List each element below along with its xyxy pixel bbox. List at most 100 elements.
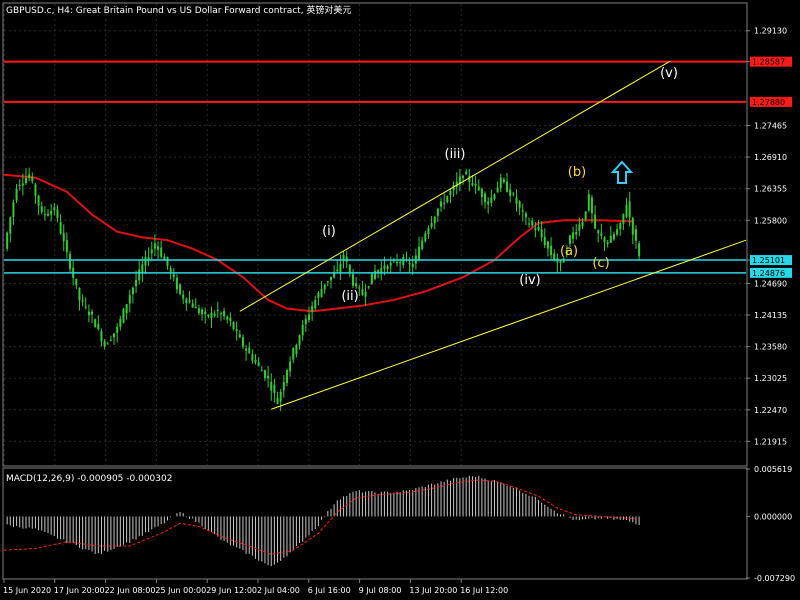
time-tick-label: 16 Jul 12:00 xyxy=(460,586,508,595)
time-tick-label: 9 Jul 08:00 xyxy=(359,586,402,595)
time-axis: 15 Jun 2020 17 Jun 20:00 22 Jun 08:00 25 Ju… xyxy=(3,579,508,595)
candle-body xyxy=(307,314,310,321)
candle-body xyxy=(540,229,543,238)
candle-body xyxy=(141,264,144,273)
candle-body xyxy=(301,324,304,336)
candle-body xyxy=(622,213,625,224)
price-tick-label: 1.24690 xyxy=(754,279,787,288)
candle-body xyxy=(597,230,600,234)
candle-body xyxy=(257,361,260,366)
up-arrow-icon xyxy=(610,160,634,184)
channel-lower-line[interactable] xyxy=(271,239,747,410)
candle-body xyxy=(421,240,424,249)
candle-body xyxy=(254,360,257,363)
candle-body xyxy=(282,382,285,391)
candle-body xyxy=(100,331,103,342)
candle-body xyxy=(531,220,534,226)
candle-body xyxy=(213,313,216,316)
candle-body xyxy=(345,256,348,262)
candle-body xyxy=(116,326,119,334)
price-tick-label: 1.21915 xyxy=(754,437,787,446)
candle-body xyxy=(490,197,493,203)
candle-body xyxy=(270,381,273,391)
candle-body xyxy=(226,316,229,320)
candle-body xyxy=(493,194,496,199)
level-labels: 1.28587 1.27880 1.25101 1.24876 xyxy=(750,56,792,278)
wave-label: (a) xyxy=(560,244,578,259)
candle-body xyxy=(499,177,502,188)
candle-body xyxy=(241,337,244,347)
candle-body xyxy=(465,171,468,175)
candle-body xyxy=(477,186,480,191)
candle-body xyxy=(150,249,153,254)
candle-body xyxy=(575,231,578,235)
candle-body xyxy=(122,308,125,323)
chart-title: GBPUSD.c, H4: Great Britain Pound vs US … xyxy=(6,4,351,16)
candle-body xyxy=(78,287,81,301)
candle-body xyxy=(512,193,515,195)
candle-body xyxy=(311,306,314,312)
price-tick-label: 1.25800 xyxy=(754,216,787,225)
candle-body xyxy=(333,272,336,278)
candle-body xyxy=(317,292,320,299)
price-axis: 1.29130 1.28587 1.27465 1.26910 1.26355 1.258… xyxy=(746,27,787,446)
candle-body xyxy=(320,288,323,297)
candle-body xyxy=(40,206,43,212)
candle-body xyxy=(402,257,405,265)
candle-body xyxy=(238,334,241,338)
price-tick-label: 1.29130 xyxy=(754,27,787,36)
level-label-text: 1.24876 xyxy=(752,269,785,278)
candle-body xyxy=(6,232,9,249)
candle-body xyxy=(53,207,56,211)
candle-body xyxy=(326,281,329,283)
macd-axis: 0.005619 0.000000 -0.007290 xyxy=(746,465,795,583)
candle-body xyxy=(15,189,18,201)
price-tick-label: 1.26910 xyxy=(754,153,787,162)
candle-body xyxy=(207,314,210,317)
channel-upper-line[interactable] xyxy=(239,60,671,312)
candle-body xyxy=(289,361,292,372)
candle-body xyxy=(329,276,332,281)
candle-body xyxy=(12,202,15,217)
candle-body xyxy=(128,295,131,304)
candle-body xyxy=(204,311,207,314)
candle-body xyxy=(612,234,615,240)
candle-body xyxy=(314,299,317,309)
candle-body xyxy=(386,265,389,270)
trend-channel[interactable] xyxy=(239,60,747,410)
candle-body xyxy=(521,210,524,212)
candle-body xyxy=(480,188,483,197)
candle-body xyxy=(449,190,452,196)
candle-body xyxy=(389,262,392,266)
candle-body xyxy=(47,213,50,216)
candle-body xyxy=(304,318,307,325)
candle-body xyxy=(245,348,248,351)
candle-body xyxy=(97,323,100,329)
candle-body xyxy=(144,256,147,266)
candle-body xyxy=(169,267,172,272)
horizontal-levels[interactable] xyxy=(4,60,746,274)
candle-body xyxy=(578,224,581,231)
wave-label: (v) xyxy=(660,66,678,81)
candle-body xyxy=(370,273,373,285)
candle-body xyxy=(638,243,641,257)
candle-body xyxy=(260,370,263,372)
time-tick-label: 13 Jul 20:00 xyxy=(409,586,457,595)
candle-body xyxy=(43,213,46,215)
candle-body xyxy=(131,287,134,295)
candle-body xyxy=(424,233,427,242)
candle-body xyxy=(276,398,279,404)
candle-body xyxy=(502,179,505,183)
candle-body xyxy=(91,311,94,315)
candle-body xyxy=(436,208,439,216)
candle-body xyxy=(537,226,540,231)
candle-body xyxy=(248,347,251,354)
candle-body xyxy=(619,222,622,230)
candle-body xyxy=(69,254,72,270)
candle-body xyxy=(191,303,194,308)
candle-body xyxy=(263,370,266,379)
price-chart[interactable]: (i) (ii) (iii) (iv) (v) (a) (b) (c) 1.29130 1.28… xyxy=(0,0,800,600)
macd-tick-label: 0.005619 xyxy=(754,465,792,474)
candle-body xyxy=(399,261,402,263)
candle-body xyxy=(396,261,399,263)
